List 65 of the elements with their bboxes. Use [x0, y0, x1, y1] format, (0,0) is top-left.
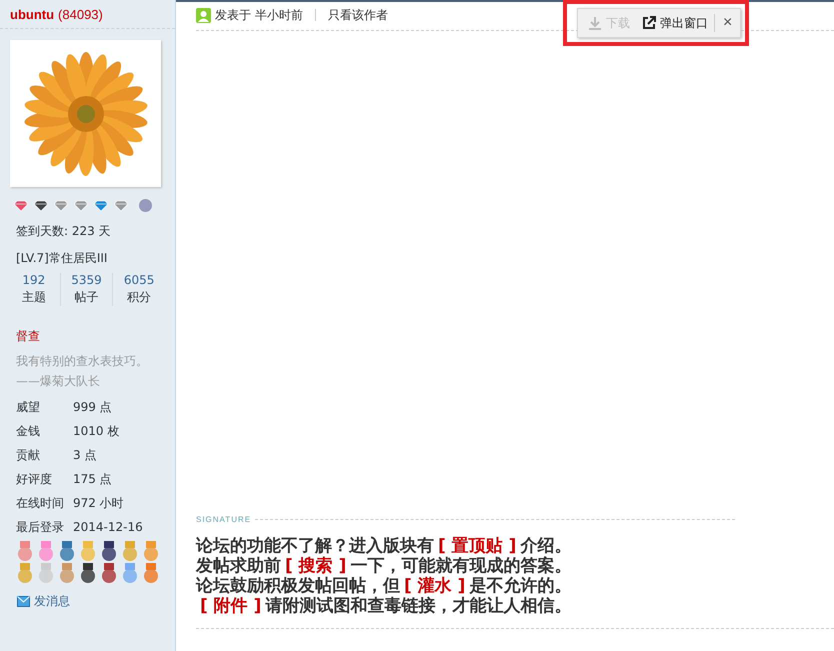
user-icon	[196, 8, 211, 22]
gem-icon	[73, 200, 89, 212]
signature-link[interactable]: [ 置顶贴 ]	[438, 536, 516, 556]
medal-icon	[141, 541, 161, 561]
download-icon	[588, 16, 602, 30]
signature-text: 请附测试图和查毒链接，才能让人相信。	[265, 596, 572, 616]
signature-text: 是不允许的。	[469, 576, 572, 596]
medal-icon	[57, 541, 77, 561]
gem-icon	[53, 200, 69, 212]
user-motto: 我有特别的查水表技巧。——爆菊大队长	[16, 353, 149, 390]
field-label: 在线时间	[16, 494, 65, 512]
field-label: 好评度	[16, 470, 53, 488]
popup-window-button[interactable]: 弹出窗口	[636, 14, 714, 32]
user-group: 督查	[16, 328, 175, 345]
signature-text: 介绍。	[520, 536, 572, 556]
field-value: 2014-12-16	[73, 520, 143, 534]
medal-icon	[120, 563, 140, 583]
post-time: 发表于 半小时前	[215, 6, 303, 24]
stat-label: 主题	[20, 289, 47, 306]
field-label: 最后登录	[16, 518, 65, 536]
medal-icon	[15, 563, 35, 583]
medal-icon	[99, 563, 119, 583]
checkin-days: 签到天数: 223 天	[16, 220, 175, 243]
gem-icon	[113, 200, 129, 212]
signature-text: 一下，可能就有现成的答案。	[350, 556, 572, 576]
medal-icon	[78, 541, 98, 561]
signature-text: 论坛鼓励积极发帖回帖，但	[196, 576, 400, 596]
send-message-link[interactable]: 发消息	[34, 593, 70, 610]
stat-value[interactable]: 6055	[113, 273, 166, 287]
stat-label: 积分	[126, 289, 152, 306]
stat-value[interactable]: 5359	[60, 273, 112, 287]
stat-label: 帖子	[74, 289, 100, 306]
user-level: [LV.7]常住居民III	[16, 250, 108, 267]
medal-icon	[36, 541, 56, 561]
field-value: 999 点	[73, 398, 112, 416]
gem-icon	[13, 200, 29, 212]
medal-icon	[78, 563, 98, 583]
user-id: (84093)	[58, 6, 103, 22]
gem-icon	[93, 200, 109, 212]
medal-icon	[99, 541, 119, 561]
close-button[interactable]: ×	[714, 14, 736, 32]
field-value: 3 点	[73, 446, 96, 464]
field-value: 1010 枚	[73, 422, 120, 440]
signature-text: 发帖求助前	[196, 556, 281, 576]
external-link-icon	[642, 16, 656, 30]
signature-label: SIGNATURE	[196, 515, 252, 524]
field-label: 金钱	[16, 422, 41, 440]
medal-icon	[36, 563, 56, 583]
medal-icon	[120, 541, 140, 561]
field-value: 175 点	[73, 470, 112, 488]
field-label: 贡献	[16, 446, 41, 464]
field-label: 威望	[16, 398, 41, 416]
username-link[interactable]: ubuntu	[10, 6, 54, 22]
signature-link[interactable]: [ 搜索 ]	[285, 556, 346, 576]
author-only-link[interactable]: 只看该作者	[328, 6, 388, 24]
signature-link[interactable]: [ 附件 ]	[200, 596, 262, 616]
field-value: 972 小时	[73, 494, 124, 512]
medal-icon	[15, 541, 35, 561]
medal-icon	[57, 563, 77, 583]
envelope-icon	[17, 596, 30, 607]
medal-icon	[141, 563, 161, 583]
signature-text: 论坛的功能不了解？进入版块有	[196, 536, 434, 556]
gem-icon	[33, 200, 49, 212]
stat-value[interactable]: 192	[8, 273, 60, 287]
signature-link[interactable]: [ 灌水 ]	[404, 576, 466, 596]
